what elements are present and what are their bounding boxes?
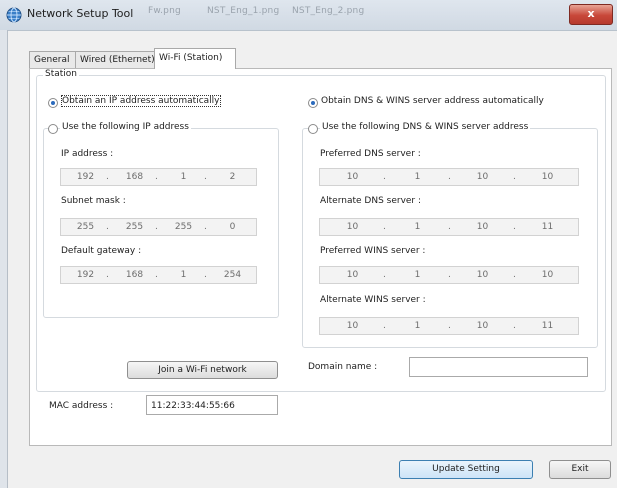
ip-octet: 168 (125, 270, 144, 280)
ip-auto-label-text: Obtain an IP address automatically (61, 95, 221, 107)
ip-octet: 255 (174, 222, 193, 232)
ip-octet: 192 (76, 270, 95, 280)
alternate-dns-field: 10 1 10 11 ... (319, 218, 579, 236)
ip-octet: 11 (541, 222, 554, 232)
ip-octet: 1 (180, 172, 187, 182)
ip-octet: 1 (180, 270, 187, 280)
domain-name-label: Domain name : (308, 362, 378, 372)
alternate-wins-label: Alternate WINS server : (320, 295, 426, 305)
ip-octet: 192 (76, 172, 95, 182)
ip-octet: 11 (541, 321, 554, 331)
default-gateway-label: Default gateway : (61, 246, 142, 256)
background-tab-title: NST_Eng_1.png (207, 6, 280, 16)
ip-octet: 10 (541, 172, 554, 182)
alternate-dns-label: Alternate DNS server : (320, 196, 422, 206)
ip-octet: 10 (476, 321, 489, 331)
ip-octet: 10 (476, 270, 489, 280)
subnet-mask-label: Subnet mask : (61, 196, 126, 206)
preferred-dns-field: 10 1 10 10 ... (319, 168, 579, 186)
ip-octet: 0 (229, 222, 236, 232)
ip-octet: 10 (541, 270, 554, 280)
ip-octet: 2 (229, 172, 236, 182)
preferred-wins-field: 10 1 10 10 ... (319, 266, 579, 284)
dns-manual-radio[interactable] (308, 124, 318, 134)
window-left-border (0, 30, 8, 488)
dns-auto-radio[interactable] (308, 98, 318, 108)
default-gateway-field: 192 168 1 254 ... (60, 266, 257, 284)
network-globe-icon (6, 7, 22, 23)
mac-address-label: MAC address : (49, 401, 114, 411)
background-tab-title: NST_Eng_2.png (292, 6, 365, 16)
ip-octet: 10 (476, 172, 489, 182)
ip-octet: 1 (414, 321, 421, 331)
tab-general[interactable]: General (29, 51, 76, 68)
station-group-label: Station (43, 69, 79, 79)
ip-octet: 1 (414, 222, 421, 232)
preferred-dns-label: Preferred DNS server : (320, 149, 421, 159)
window-title: Network Setup Tool (27, 7, 134, 20)
dns-manual-label[interactable]: Use the following DNS & WINS server addr… (320, 122, 531, 132)
ip-address-field: 192 168 1 2 ... (60, 168, 257, 186)
tab-wired-ethernet[interactable]: Wired (Ethernet) (75, 51, 155, 68)
ip-octet: 1 (414, 172, 421, 182)
join-wifi-network-button[interactable]: Join a Wi-Fi network (127, 361, 278, 379)
domain-name-input[interactable] (409, 357, 588, 377)
dns-settings-group (302, 128, 598, 348)
subnet-mask-field: 255 255 255 0 ... (60, 218, 257, 236)
exit-button[interactable]: Exit (549, 460, 611, 479)
background-tab-title: Fw.png (148, 6, 181, 16)
ip-manual-radio[interactable] (48, 124, 58, 134)
ip-octet: 168 (125, 172, 144, 182)
ip-octet: 10 (346, 270, 359, 280)
ip-octet: 254 (223, 270, 242, 280)
ip-octet: 10 (476, 222, 489, 232)
close-button[interactable]: x (569, 4, 613, 25)
ip-manual-label[interactable]: Use the following IP address (60, 122, 191, 132)
tab-wifi-station[interactable]: Wi-Fi (Station) (154, 48, 236, 69)
mac-address-value: 11:22:33:44:55:66 (151, 401, 235, 411)
ip-octet: 1 (414, 270, 421, 280)
update-setting-button[interactable]: Update Setting (399, 460, 533, 479)
ip-address-label: IP address : (61, 149, 114, 159)
preferred-wins-label: Preferred WINS server : (320, 246, 426, 256)
ip-octet: 255 (125, 222, 144, 232)
ip-octet: 10 (346, 222, 359, 232)
alternate-wins-field: 10 1 10 11 ... (319, 317, 579, 335)
ip-octet: 10 (346, 321, 359, 331)
ip-octet: 255 (76, 222, 95, 232)
close-icon: x (587, 7, 595, 20)
ip-octet: 10 (346, 172, 359, 182)
ip-auto-radio[interactable] (48, 98, 58, 108)
dns-auto-label[interactable]: Obtain DNS & WINS server address automat… (321, 96, 544, 106)
ip-auto-label[interactable]: Obtain an IP address automatically (61, 95, 221, 107)
